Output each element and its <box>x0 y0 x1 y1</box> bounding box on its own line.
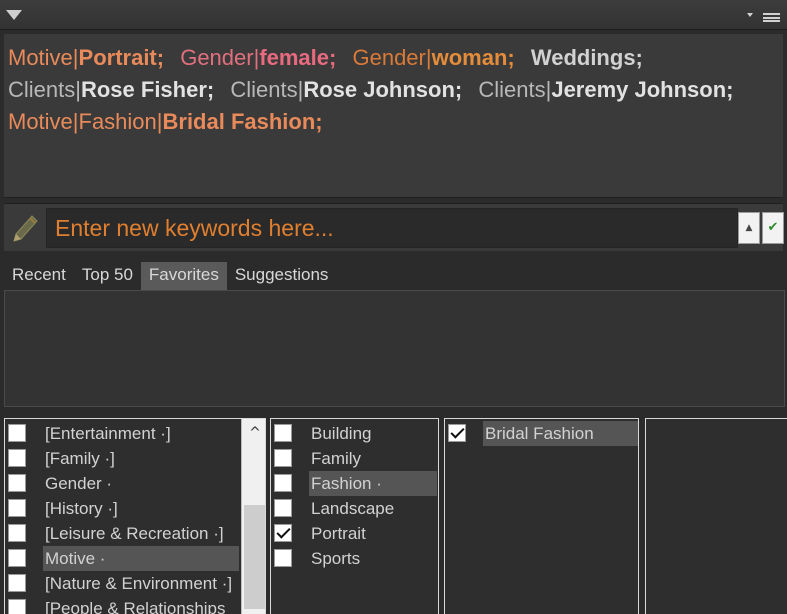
list-item[interactable]: [Entertainment ·] <box>5 421 265 446</box>
keyword-chip[interactable]: Motive|Fashion|Bridal Fashion; <box>8 109 323 134</box>
checkbox[interactable] <box>8 449 26 467</box>
tab-recent[interactable]: Recent <box>4 262 74 290</box>
keyword-path: Clients| <box>230 77 304 102</box>
confirm-button[interactable]: ✔ <box>762 212 784 244</box>
list-item-label[interactable]: [Nature & Environment ·] <box>43 571 234 596</box>
category-column-4 <box>645 418 787 614</box>
keyword-term: Weddings; <box>530 45 643 70</box>
triangle-down-icon[interactable] <box>6 10 22 20</box>
menu-caret-icon[interactable] <box>747 13 753 17</box>
tab-favorites[interactable]: Favorites <box>140 262 227 290</box>
list-item[interactable]: [Leisure & Recreation ·] <box>5 521 265 546</box>
list-item-label[interactable]: [History ·] <box>43 496 120 521</box>
list-item[interactable]: Building <box>271 421 438 446</box>
checkbox[interactable] <box>8 574 26 592</box>
suggest-up-button[interactable]: ▲ <box>738 212 760 244</box>
list-item[interactable]: Motive · <box>5 546 265 571</box>
keyword-term: Rose Johnson; <box>303 77 463 102</box>
list-item-label[interactable]: Landscape <box>309 496 396 521</box>
checkbox-checked[interactable] <box>274 524 292 542</box>
checkbox[interactable] <box>8 474 26 492</box>
keyword-term: woman; <box>431 45 515 70</box>
checkbox[interactable] <box>8 599 26 614</box>
checkbox-checked[interactable] <box>448 424 466 442</box>
keyword-entry-row: ▲ ✔ <box>4 203 784 251</box>
list-item[interactable]: [Family ·] <box>5 446 265 471</box>
list-item[interactable]: [People & Relationships <box>5 596 265 614</box>
keyword-term: Rose Fisher; <box>80 77 215 102</box>
scroll-up-icon[interactable]: ^ <box>242 421 265 445</box>
scrollbar[interactable]: ^ <box>241 419 265 614</box>
list-item[interactable]: Gender · <box>5 471 265 496</box>
checkbox[interactable] <box>8 424 26 442</box>
hamburger-icon[interactable] <box>763 13 780 22</box>
list-item[interactable]: Bridal Fashion <box>445 421 638 446</box>
list-item-label[interactable]: Portrait <box>309 521 368 546</box>
tab-top50[interactable]: Top 50 <box>74 262 141 290</box>
checkbox[interactable] <box>8 524 26 542</box>
keyword-path: Gender| <box>180 45 260 70</box>
keyword-chip[interactable]: Clients|Jeremy Johnson; <box>478 77 733 102</box>
pencil-icon <box>13 215 38 242</box>
keyword-chip[interactable]: Clients|Rose Johnson; <box>230 77 462 102</box>
list-item-label[interactable]: Sports <box>309 546 362 571</box>
list-item[interactable]: [History ·] <box>5 496 265 521</box>
keyword-term: Bridal Fashion; <box>162 109 323 134</box>
list-item-label[interactable]: [People & Relationships <box>43 596 228 614</box>
list-item-label[interactable]: Gender · <box>43 471 114 496</box>
checkbox[interactable] <box>274 424 292 442</box>
list-item-label[interactable]: Bridal Fashion <box>483 421 638 446</box>
list-item[interactable]: Sports <box>271 546 438 571</box>
list-item[interactable]: Fashion · <box>271 471 438 496</box>
list-item-label[interactable]: Motive · <box>43 546 239 571</box>
keyword-chip[interactable]: Clients|Rose Fisher; <box>8 77 214 102</box>
checkbox[interactable] <box>274 499 292 517</box>
panel-header <box>0 0 787 30</box>
list-item[interactable]: [Nature & Environment ·] <box>5 571 265 596</box>
keyword-path: Motive| <box>8 45 79 70</box>
keyword-path: Gender| <box>352 45 432 70</box>
keyword-term: Jeremy Johnson; <box>551 77 734 102</box>
scroll-thumb[interactable] <box>244 505 265 609</box>
list-item-label[interactable]: Fashion · <box>309 471 437 496</box>
category-column-1: [Entertainment ·] [Family ·] Gender · [Hist… <box>4 418 266 614</box>
keyword-chip[interactable]: Weddings; <box>531 45 643 70</box>
keyword-term: female; <box>259 45 337 70</box>
category-column-3: Bridal Fashion <box>444 418 639 614</box>
list-item-label[interactable]: [Leisure & Recreation ·] <box>43 521 226 546</box>
checkbox[interactable] <box>8 499 26 517</box>
favorites-panel <box>4 290 785 407</box>
list-item-label[interactable]: Family <box>309 446 363 471</box>
keyword-chip[interactable]: Gender|woman; <box>352 45 514 70</box>
list-item-label[interactable]: Building <box>309 421 374 446</box>
keyword-path: Clients| <box>8 77 81 102</box>
checkbox[interactable] <box>8 549 26 567</box>
checkbox[interactable] <box>274 549 292 567</box>
keyword-chip[interactable]: Motive|Portrait; <box>8 45 164 70</box>
keyword-display[interactable]: Motive|Portrait; Gender|female; Gender|w… <box>4 34 783 198</box>
keyword-term: Portrait; <box>78 45 165 70</box>
keyword-path: Clients| <box>478 77 552 102</box>
keyword-tabs: Recent Top 50 Favorites Suggestions <box>4 262 336 290</box>
keyword-path: Motive|Fashion| <box>8 109 163 134</box>
list-item-label[interactable]: [Entertainment ·] <box>43 421 173 446</box>
keyword-chip[interactable]: Gender|female; <box>180 45 336 70</box>
category-column-2: Building Family Fashion · Landscape Portrait… <box>270 418 439 614</box>
list-item[interactable]: Family <box>271 446 438 471</box>
keyword-input[interactable] <box>46 208 738 248</box>
list-item[interactable]: Portrait <box>271 521 438 546</box>
tab-suggestions[interactable]: Suggestions <box>227 262 337 290</box>
list-item[interactable]: Landscape <box>271 496 438 521</box>
checkbox[interactable] <box>274 474 292 492</box>
checkbox[interactable] <box>274 449 292 467</box>
list-item-label[interactable]: [Family ·] <box>43 446 117 471</box>
